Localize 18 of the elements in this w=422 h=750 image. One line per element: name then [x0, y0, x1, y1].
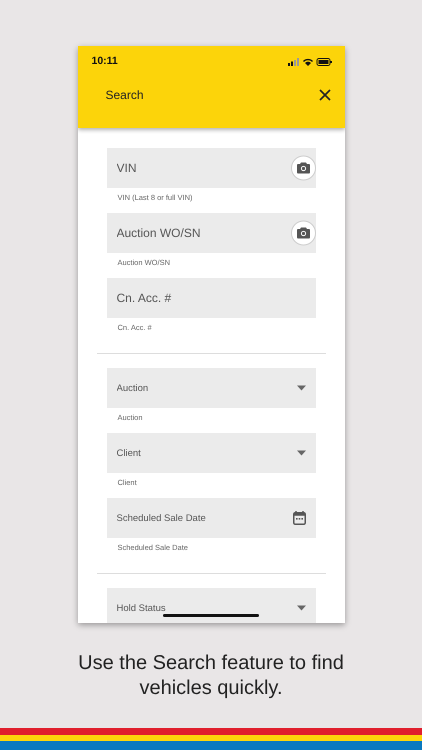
dropdown-field[interactable]: Auction	[106, 368, 316, 408]
input-field[interactable]: Auction WO/SN	[106, 213, 316, 253]
caption: Use the Search feature to find vehicles quickly.	[77, 651, 345, 701]
input-field[interactable]: Scheduled Sale Date	[106, 498, 316, 538]
status-time: 10:11	[92, 54, 118, 69]
calendar-icon[interactable]	[292, 511, 306, 525]
camera-icon	[296, 228, 310, 238]
dropdown-field[interactable]: Client	[106, 433, 316, 473]
dropdown-caret-icon[interactable]	[296, 450, 306, 456]
dropdown-field[interactable]: Hold Status	[106, 588, 316, 623]
camera-icon	[296, 162, 310, 174]
input-field[interactable]: Cn. Acc. #	[106, 278, 316, 318]
dropdown-caret-icon[interactable]	[296, 606, 306, 610]
header-title: Search	[106, 86, 144, 104]
dropdown-caret-icon[interactable]	[296, 386, 306, 390]
input-field[interactable]: VIN	[106, 148, 316, 188]
close-button[interactable]	[318, 88, 332, 102]
status-icons-icon	[288, 58, 332, 66]
